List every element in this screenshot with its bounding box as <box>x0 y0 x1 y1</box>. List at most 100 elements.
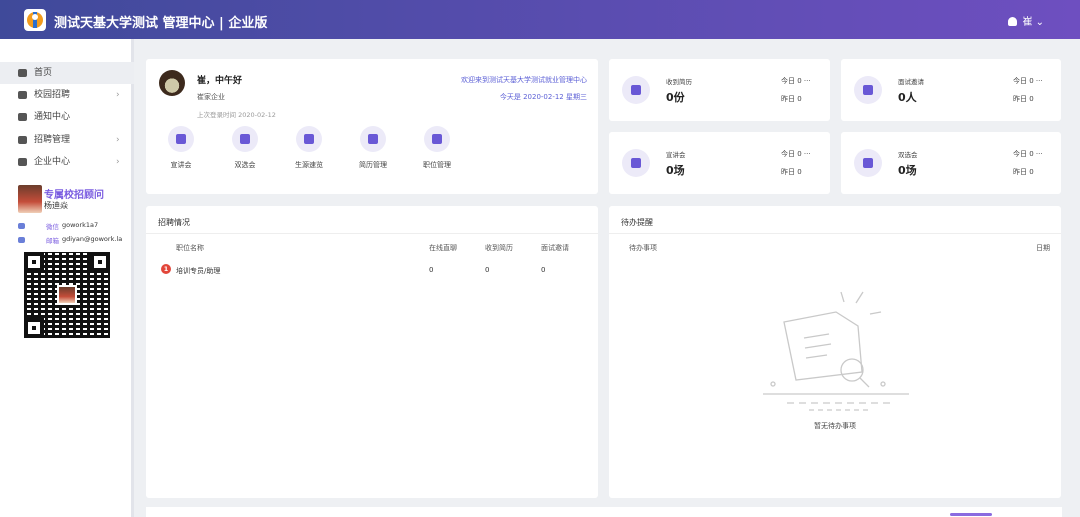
stat-value: 0份 <box>666 91 685 104</box>
stat-today: 今日 0 ··· <box>1013 150 1043 158</box>
welcome-text: 欢迎来到测试天基大学测试就业管理中心 <box>461 76 587 84</box>
user-name: 崔 <box>1022 17 1033 28</box>
recruit-card: 招聘情况 职位名称 在线直聊 收到简历 面试邀请 1 培训专员/助理 0 0 0 <box>146 206 598 498</box>
contact-label: 邮箱 <box>46 237 59 245</box>
advisor-qr-code <box>24 252 110 338</box>
sidebar-item-label: 通知中心 <box>34 112 71 122</box>
stat-today: 今日 0 ··· <box>781 150 811 158</box>
gear-icon <box>360 126 386 152</box>
flag-icon <box>854 149 882 177</box>
quick-link-label: 简历管理 <box>359 161 387 169</box>
column-header: 收到简历 <box>485 244 513 252</box>
quick-link-presentation[interactable]: 宣讲会 <box>156 126 206 170</box>
stat-label: 双选会 <box>898 151 918 159</box>
user-avatar[interactable] <box>159 70 185 96</box>
user-tie-icon <box>18 136 27 144</box>
stat-yesterday: 昨日 0 <box>1013 95 1034 103</box>
empty-state-text: 暂无待办事项 <box>814 422 856 430</box>
sidebar: 首页 校园招聘 › 通知中心 招聘管理 › 企业中心 › 专属校招顾问 杨迪焱 … <box>0 39 134 517</box>
book-icon <box>622 76 650 104</box>
sidebar-item-label: 招聘管理 <box>34 135 71 145</box>
today-date: 今天是 2020-02-12 星期三 <box>499 93 587 101</box>
group-icon <box>296 126 322 152</box>
mail-icon <box>18 237 25 243</box>
last-login: 上次登录时间 2020-02-12 <box>197 111 276 119</box>
stat-today: 今日 0 ··· <box>781 77 811 85</box>
chevron-right-icon: › <box>116 157 120 167</box>
column-header: 职位名称 <box>176 244 204 252</box>
column-header: 面试邀请 <box>541 244 569 252</box>
quick-link-label: 宣讲会 <box>170 161 192 169</box>
stat-yesterday: 昨日 0 <box>781 168 802 176</box>
quick-link-job-manage[interactable]: 职位管理 <box>412 126 462 170</box>
app-logo[interactable] <box>24 9 46 31</box>
quick-link-talent-overview[interactable]: 生源速览 <box>284 126 334 170</box>
microphone-icon <box>622 149 650 177</box>
resume-count: 0 <box>485 266 490 274</box>
user-icon <box>1008 17 1018 26</box>
job-name-link[interactable]: 培训专员/助理 <box>176 266 220 276</box>
stat-value: 0场 <box>666 164 685 177</box>
recruit-title: 招聘情况 <box>158 218 190 227</box>
bottom-card <box>146 507 1062 517</box>
tie-icon <box>424 126 450 152</box>
todo-card: 待办提醒 待办事项 日期 暂无待办事项 <box>609 206 1061 498</box>
building-icon <box>18 158 27 166</box>
flag-icon <box>232 126 258 152</box>
stat-yesterday: 昨日 0 <box>781 95 802 103</box>
sidebar-item-home[interactable]: 首页 <box>0 62 134 84</box>
user-menu[interactable]: 崔 ⌄ <box>1008 13 1044 28</box>
stat-card-resumes[interactable]: 收到简历 0份 今日 0 ··· 昨日 0 <box>609 59 830 121</box>
contact-label: 微信 <box>46 223 59 231</box>
advisor-wechat: 微信 gowork1a7 <box>18 221 130 233</box>
chevron-right-icon: › <box>116 135 120 145</box>
greeting: 崔，中午好 <box>197 76 243 86</box>
stat-value: 0场 <box>898 164 917 177</box>
online-chat-count: 0 <box>429 266 434 274</box>
app-title: 测试天基大学测试 管理中心 | 企业版 <box>54 16 268 31</box>
chevron-right-icon: › <box>116 90 120 100</box>
advisor-title: 专属校招顾问 <box>44 190 104 201</box>
advisor-email: 邮箱 gdiyan@gowork.la <box>18 235 130 247</box>
rank-badge: 1 <box>161 264 171 274</box>
stat-yesterday: 昨日 0 <box>1013 168 1034 176</box>
wechat-icon <box>18 223 25 229</box>
stat-card-presentations[interactable]: 宣讲会 0场 今日 0 ··· 昨日 0 <box>609 132 830 194</box>
profile-card: 崔，中午好 崔家企业 上次登录时间 2020-02-12 欢迎来到测试天基大学测… <box>146 59 598 194</box>
sidebar-item-label: 校园招聘 <box>34 90 71 100</box>
quick-link-label: 生源速览 <box>295 161 323 169</box>
quick-link-label: 职位管理 <box>423 161 451 169</box>
home-icon <box>18 69 27 77</box>
column-header: 日期 <box>1036 244 1050 252</box>
quick-link-resume-manage[interactable]: 简历管理 <box>348 126 398 170</box>
company-name: 崔家企业 <box>197 93 225 101</box>
stat-label: 收到简历 <box>666 78 692 86</box>
stat-label: 面试邀请 <box>898 78 924 86</box>
contact-value: gowork1a7 <box>62 221 99 229</box>
chat-bubble-icon <box>18 113 27 121</box>
todo-title: 待办提醒 <box>621 218 653 227</box>
stat-value: 0人 <box>898 91 917 104</box>
sidebar-item-company-center[interactable]: 企业中心 › <box>0 151 134 173</box>
sidebar-item-recruit-manage[interactable]: 招聘管理 › <box>0 129 134 151</box>
sidebar-item-campus-recruit[interactable]: 校园招聘 › <box>0 84 134 106</box>
stat-card-job-fairs[interactable]: 双选会 0场 今日 0 ··· 昨日 0 <box>841 132 1061 194</box>
quick-link-label: 双选会 <box>234 161 256 169</box>
interview-count: 0 <box>541 266 546 274</box>
column-header: 待办事项 <box>629 244 657 252</box>
empty-state-illustration <box>763 291 909 411</box>
top-bar: 测试天基大学测试 管理中心 | 企业版 崔 ⌄ <box>0 0 1080 39</box>
advisor-name: 杨迪焱 <box>44 201 68 210</box>
sidebar-item-notifications[interactable]: 通知中心 <box>0 106 134 128</box>
quick-link-job-fair[interactable]: 双选会 <box>220 126 270 170</box>
stat-label: 宣讲会 <box>666 151 686 159</box>
stat-card-interviews[interactable]: 面试邀请 0人 今日 0 ··· 昨日 0 <box>841 59 1061 121</box>
mail-open-icon <box>854 76 882 104</box>
advisor-avatar <box>18 185 42 213</box>
sidebar-item-label: 首页 <box>34 68 53 78</box>
graduation-cap-icon <box>18 91 27 99</box>
contact-value: gdiyan@gowork.la <box>62 235 123 243</box>
stat-today: 今日 0 ··· <box>1013 77 1043 85</box>
sidebar-item-label: 企业中心 <box>34 157 71 167</box>
column-header: 在线直聊 <box>429 244 457 252</box>
